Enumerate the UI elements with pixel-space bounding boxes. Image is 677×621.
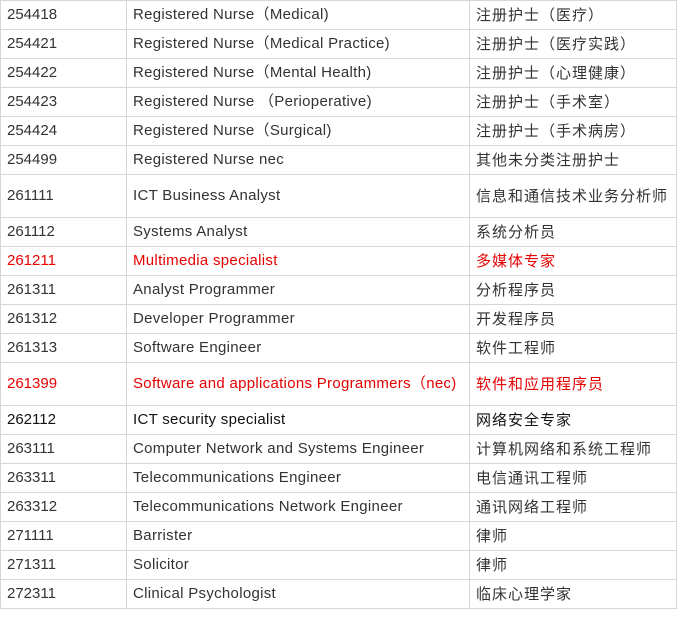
table-row: 271311 Solicitor 律师 — [0, 550, 677, 580]
table-row: 263312 Telecommunications Network Enginee… — [0, 492, 677, 522]
occupation-english-name-cell: ICT Business Analyst — [126, 174, 470, 218]
table-row: 254499 Registered Nurse nec 其他未分类注册护士 — [0, 145, 677, 175]
occupation-code-cell: 254499 — [0, 145, 127, 175]
occupation-table-body: 254418 Registered Nurse（Medical) 注册护士（医疗） 2… — [0, 0, 677, 609]
table-row: 261311 Analyst Programmer 分析程序员 — [0, 275, 677, 305]
occupation-chinese-name-cell: 电信通讯工程师 — [469, 463, 677, 493]
occupation-code-cell: 272311 — [0, 579, 127, 609]
table-row: 263311 Telecommunications Engineer 电信通讯工程师 — [0, 463, 677, 493]
occupation-chinese-name-cell: 系统分析员 — [469, 217, 677, 247]
table-row: 272311 Clinical Psychologist 临床心理学家 — [0, 579, 677, 609]
occupation-code-cell: 263111 — [0, 434, 127, 464]
occupation-chinese-name-cell: 软件工程师 — [469, 333, 677, 363]
occupation-chinese-name-cell: 注册护士（手术室） — [469, 87, 677, 117]
occupation-code-cell: 263312 — [0, 492, 127, 522]
table-row: 254422 Registered Nurse（Mental Health) 注册护… — [0, 58, 677, 88]
table-row: 261111 ICT Business Analyst 信息和通信技术业务分析师 — [0, 174, 677, 218]
occupation-english-name-cell: Systems Analyst — [126, 217, 470, 247]
table-row: 261313 Software Engineer 软件工程师 — [0, 333, 677, 363]
occupation-chinese-name-cell: 信息和通信技术业务分析师 — [469, 174, 677, 218]
occupation-code-cell: 254421 — [0, 29, 127, 59]
occupation-english-name-cell: Solicitor — [126, 550, 470, 580]
occupation-english-name-cell: Registered Nurse（Medical) — [126, 0, 470, 30]
occupation-code-cell: 261111 — [0, 174, 127, 218]
occupation-code-cell: 261313 — [0, 333, 127, 363]
table-row: 262112 ICT security specialist 网络安全专家 — [0, 405, 677, 435]
occupation-english-name-cell: Telecommunications Network Engineer — [126, 492, 470, 522]
occupation-english-name-cell: Registered Nurse（Surgical) — [126, 116, 470, 146]
occupation-code-cell: 254418 — [0, 0, 127, 30]
occupation-chinese-name-cell: 分析程序员 — [469, 275, 677, 305]
occupation-chinese-name-cell: 软件和应用程序员 — [469, 362, 677, 406]
occupation-english-name-cell: Registered Nurse nec — [126, 145, 470, 175]
occupation-table: 254418 Registered Nurse（Medical) 注册护士（医疗） 2… — [0, 0, 677, 609]
occupation-chinese-name-cell: 律师 — [469, 521, 677, 551]
table-row: 254423 Registered Nurse （Perioperative) 注册… — [0, 87, 677, 117]
table-row: 254421 Registered Nurse（Medical Practice)… — [0, 29, 677, 59]
occupation-english-name-cell: Software Engineer — [126, 333, 470, 363]
table-row: 261211 Multimedia specialist 多媒体专家 — [0, 246, 677, 276]
table-row: 254424 Registered Nurse（Surgical) 注册护士（手术病… — [0, 116, 677, 146]
occupation-english-name-cell: Clinical Psychologist — [126, 579, 470, 609]
table-row: 271111 Barrister 律师 — [0, 521, 677, 551]
occupation-chinese-name-cell: 注册护士（医疗） — [469, 0, 677, 30]
table-row: 263111 Computer Network and Systems Engin… — [0, 434, 677, 464]
occupation-english-name-cell: Barrister — [126, 521, 470, 551]
table-row: 254418 Registered Nurse（Medical) 注册护士（医疗） — [0, 0, 677, 30]
occupation-chinese-name-cell: 多媒体专家 — [469, 246, 677, 276]
occupation-code-cell: 271311 — [0, 550, 127, 580]
occupation-english-name-cell: ICT security specialist — [126, 405, 470, 435]
occupation-code-cell: 261399 — [0, 362, 127, 406]
table-row: 261112 Systems Analyst 系统分析员 — [0, 217, 677, 247]
occupation-english-name-cell: Multimedia specialist — [126, 246, 470, 276]
occupation-code-cell: 271111 — [0, 521, 127, 551]
occupation-chinese-name-cell: 注册护士（手术病房） — [469, 116, 677, 146]
occupation-english-name-cell: Developer Programmer — [126, 304, 470, 334]
occupation-code-cell: 263311 — [0, 463, 127, 493]
occupation-chinese-name-cell: 计算机网络和系统工程师 — [469, 434, 677, 464]
occupation-chinese-name-cell: 其他未分类注册护士 — [469, 145, 677, 175]
occupation-code-cell: 261311 — [0, 275, 127, 305]
occupation-english-name-cell: Registered Nurse （Perioperative) — [126, 87, 470, 117]
occupation-code-cell: 261312 — [0, 304, 127, 334]
occupation-code-cell: 261211 — [0, 246, 127, 276]
occupation-chinese-name-cell: 网络安全专家 — [469, 405, 677, 435]
occupation-code-cell: 262112 — [0, 405, 127, 435]
table-row: 261399 Software and applications Programm… — [0, 362, 677, 406]
occupation-chinese-name-cell: 注册护士（心理健康） — [469, 58, 677, 88]
occupation-chinese-name-cell: 注册护士（医疗实践） — [469, 29, 677, 59]
occupation-chinese-name-cell: 律师 — [469, 550, 677, 580]
occupation-code-cell: 254423 — [0, 87, 127, 117]
table-row: 261312 Developer Programmer 开发程序员 — [0, 304, 677, 334]
occupation-english-name-cell: Registered Nurse（Medical Practice) — [126, 29, 470, 59]
occupation-chinese-name-cell: 临床心理学家 — [469, 579, 677, 609]
occupation-code-cell: 254422 — [0, 58, 127, 88]
occupation-english-name-cell: Registered Nurse（Mental Health) — [126, 58, 470, 88]
occupation-english-name-cell: Computer Network and Systems Engineer — [126, 434, 470, 464]
occupation-code-cell: 254424 — [0, 116, 127, 146]
occupation-code-cell: 261112 — [0, 217, 127, 247]
occupation-english-name-cell: Software and applications Programmers（ne… — [126, 362, 470, 406]
occupation-english-name-cell: Telecommunications Engineer — [126, 463, 470, 493]
occupation-chinese-name-cell: 通讯网络工程师 — [469, 492, 677, 522]
occupation-chinese-name-cell: 开发程序员 — [469, 304, 677, 334]
occupation-english-name-cell: Analyst Programmer — [126, 275, 470, 305]
